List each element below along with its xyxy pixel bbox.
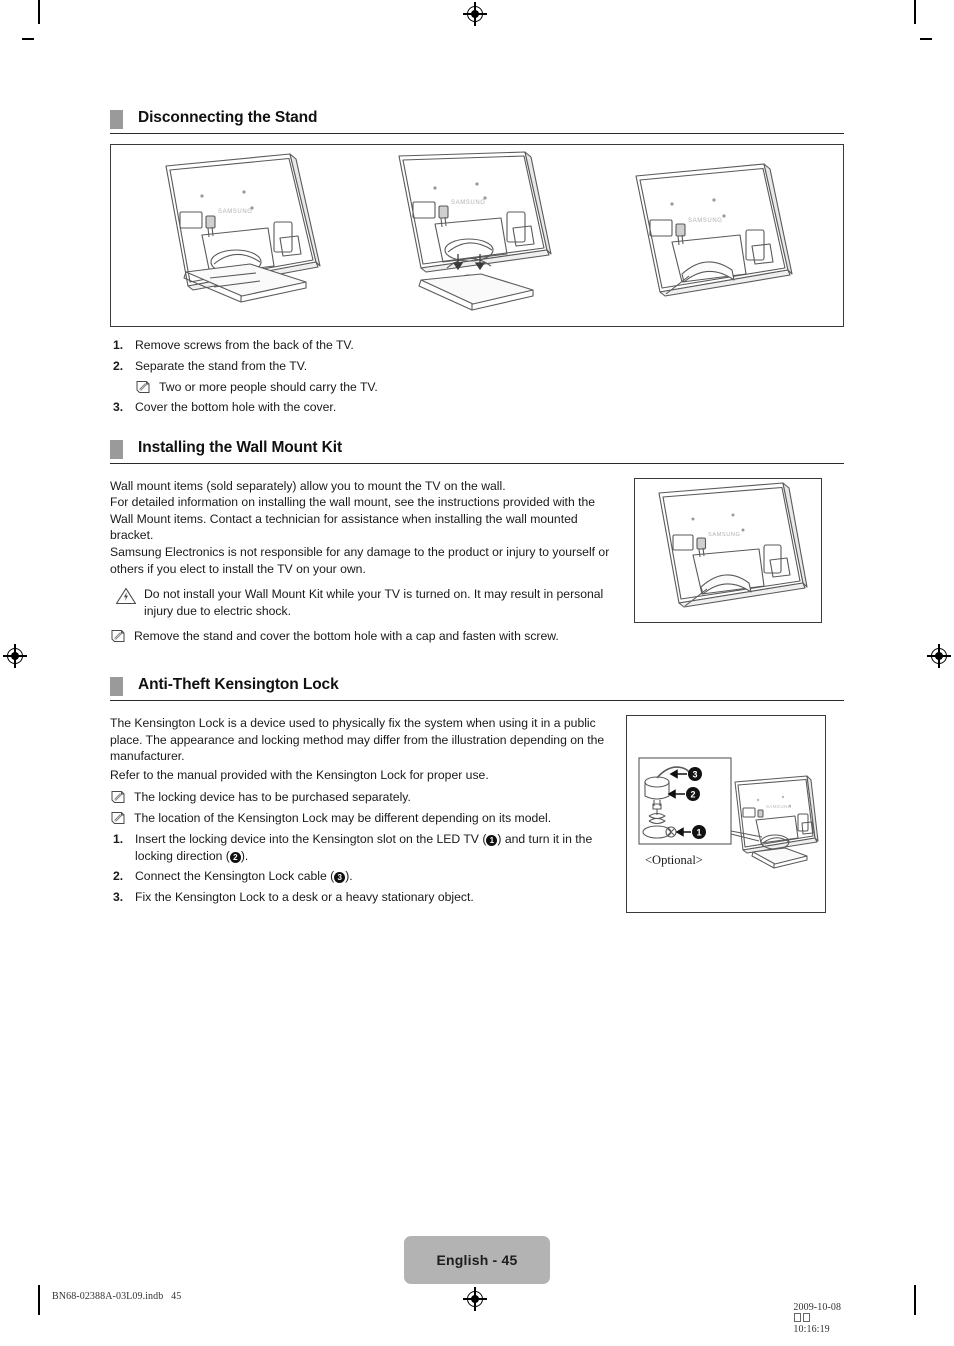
step-item: 2. Connect the Kensington Lock cable (3)… xyxy=(110,868,610,884)
steps-disconnecting-the-stand: 1. Remove screws from the back of the TV… xyxy=(110,337,844,416)
crop-mark-top-right-horizontal xyxy=(920,38,932,40)
registration-mark-top xyxy=(463,2,487,26)
kensington-note: The locking device has to be purchased s… xyxy=(110,789,610,805)
heading-accent-bar xyxy=(110,439,123,459)
step-note-text: Two or more people should carry the TV. xyxy=(159,379,378,394)
step-item: 3. Fix the Kensington Lock to a desk or … xyxy=(110,889,610,905)
step-text: Connect the Kensington Lock cable (3). xyxy=(135,869,353,884)
step-item: 1. Remove screws from the back of the TV… xyxy=(110,337,844,353)
section-title: Anti-Theft Kensington Lock xyxy=(138,675,339,693)
crop-mark-top-left-vertical xyxy=(38,0,40,24)
note-icon xyxy=(110,629,134,644)
wall-mount-text-column: Wall mount items (sold separately) allow… xyxy=(110,478,618,649)
figure-disconnecting-the-stand: SAMSUNG SAMSUNG SAMSUNG xyxy=(110,144,844,327)
tv-logo: SAMSUNG xyxy=(708,532,740,538)
note-text: The locking device has to be purchased s… xyxy=(134,790,411,805)
missing-glyph-box xyxy=(803,1313,811,1322)
callout-arrow-2 xyxy=(667,789,685,799)
registration-mark-bottom xyxy=(463,1287,487,1311)
section-heading-disconnecting-the-stand: Disconnecting the Stand xyxy=(110,108,844,134)
page-number-badge: English - 45 xyxy=(404,1236,550,1284)
tv-logo: SAMSUNG xyxy=(451,200,486,206)
step-number: 2. xyxy=(113,358,124,373)
paragraph: For detailed information on installing t… xyxy=(110,495,596,543)
kensington-text-column: The Kensington Lock is a device used to … xyxy=(110,715,610,910)
tv-logo: SAMSUNG xyxy=(218,209,253,215)
crop-mark-top-right-vertical xyxy=(914,0,916,24)
wall-mount-paragraphs: Wall mount items (sold separately) allow… xyxy=(110,478,618,578)
callout-1: 1 xyxy=(696,827,701,837)
callout-number: 3 xyxy=(334,872,346,884)
warning-triangle-icon xyxy=(114,587,144,605)
paragraph: Refer to the manual provided with the Ke… xyxy=(110,767,489,782)
step-number: 3. xyxy=(113,890,124,905)
illustration-tv-stand-separating: SAMSUNG xyxy=(398,151,552,311)
step-number: 1. xyxy=(113,832,124,847)
step-number: 1. xyxy=(113,338,124,352)
figure-kensington-lock: 3 2 1 SAMSUNG <Optional> xyxy=(626,714,826,913)
footer-time: 10:16:19 xyxy=(793,1324,830,1335)
step-text: Remove screws from the back of the TV. xyxy=(135,338,354,352)
tv-logo: SAMSUNG xyxy=(766,804,792,809)
callout-number: 2 xyxy=(229,851,241,863)
callout-arrow-3 xyxy=(669,769,687,779)
section-title: Disconnecting the Stand xyxy=(138,109,318,126)
paragraph: The Kensington Lock is a device used to … xyxy=(110,715,605,764)
registration-mark-right xyxy=(927,644,951,668)
callout-3: 3 xyxy=(692,769,697,779)
paragraph: Wall mount items (sold separately) allow… xyxy=(110,478,506,493)
step-item: 1. Insert the locking device into the Ke… xyxy=(110,831,610,864)
note-text: Remove the stand and cover the bottom ho… xyxy=(134,629,559,643)
step-number: 2. xyxy=(113,869,124,884)
section-heading-anti-theft-kensington-lock: Anti-Theft Kensington Lock xyxy=(110,675,844,701)
note-icon xyxy=(110,811,134,826)
warning-text: Do not install your Wall Mount Kit while… xyxy=(144,587,604,618)
callout-arrow-1 xyxy=(675,827,691,837)
tv-logo: SAMSUNG xyxy=(688,218,723,224)
heading-accent-bar xyxy=(110,110,123,129)
crop-mark-bottom-left-vertical xyxy=(38,1285,40,1315)
illustration-tv-bottom-hole-cover: SAMSUNG xyxy=(635,163,793,297)
illustration-tv-with-stand-screws: SAMSUNG xyxy=(165,153,321,303)
step-text: Fix the Kensington Lock to a desk or a h… xyxy=(135,890,474,905)
wall-mount-note: Remove the stand and cover the bottom ho… xyxy=(110,628,618,644)
step-text: Insert the locking device into the Kensi… xyxy=(135,832,593,863)
manual-page: Disconnecting the Stand SAMSUNG SAMSUNG … xyxy=(0,0,954,1335)
crop-mark-bottom-right-vertical xyxy=(914,1285,916,1315)
optional-caption: <Optional> xyxy=(645,853,703,867)
section-title: Installing the Wall Mount Kit xyxy=(138,438,343,456)
footer-file-reference: BN68-02388A-03L09.indb 45 xyxy=(52,1291,182,1302)
note-icon xyxy=(135,380,159,395)
illustration-kensington-lock-diagram: 3 2 1 SAMSUNG <Optional> xyxy=(638,757,819,869)
kensington-paragraphs: The Kensington Lock is a device used to … xyxy=(110,715,610,783)
step-note: Two or more people should carry the TV. xyxy=(135,379,844,395)
registration-mark-left xyxy=(3,644,27,668)
crop-mark-top-left-horizontal xyxy=(22,38,34,40)
step-text: Separate the stand from the TV. xyxy=(135,358,308,373)
note-text: The location of the Kensington Lock may … xyxy=(134,811,552,826)
kensington-block: The Kensington Lock is a device used to … xyxy=(110,714,844,913)
footer-timestamp: 2009-10-08 10:16:19 xyxy=(783,1291,841,1346)
step-item: 3. Cover the bottom hole with the cover. xyxy=(110,399,844,415)
figure-wall-mount: SAMSUNG xyxy=(634,477,822,623)
section-heading-installing-the-wall-mount-kit: Installing the Wall Mount Kit xyxy=(110,438,844,464)
missing-glyph-box xyxy=(794,1313,802,1322)
callout-badges: 3 2 1 xyxy=(686,766,706,839)
illustration-tv-rear-wall-mount: SAMSUNG xyxy=(658,482,808,608)
note-icon xyxy=(110,790,134,805)
step-text: Cover the bottom hole with the cover. xyxy=(135,400,337,415)
page-number-label: English - 45 xyxy=(436,1252,518,1268)
step-item: 2. Separate the stand from the TV. xyxy=(110,358,844,374)
heading-accent-bar xyxy=(110,676,123,696)
step-number: 3. xyxy=(113,400,124,415)
page-content: Disconnecting the Stand SAMSUNG SAMSUNG … xyxy=(110,100,844,913)
paragraph: Samsung Electronics is not responsible f… xyxy=(110,545,610,576)
kensington-note: The location of the Kensington Lock may … xyxy=(110,810,610,826)
footer-date: 2009-10-08 xyxy=(793,1302,842,1313)
callout-number: 1 xyxy=(486,835,498,847)
wall-mount-warning: Do not install your Wall Mount Kit while… xyxy=(110,586,618,619)
steps-kensington: 1. Insert the locking device into the Ke… xyxy=(110,831,610,906)
callout-2: 2 xyxy=(690,789,695,799)
wall-mount-block: Wall mount items (sold separately) allow… xyxy=(110,477,844,649)
